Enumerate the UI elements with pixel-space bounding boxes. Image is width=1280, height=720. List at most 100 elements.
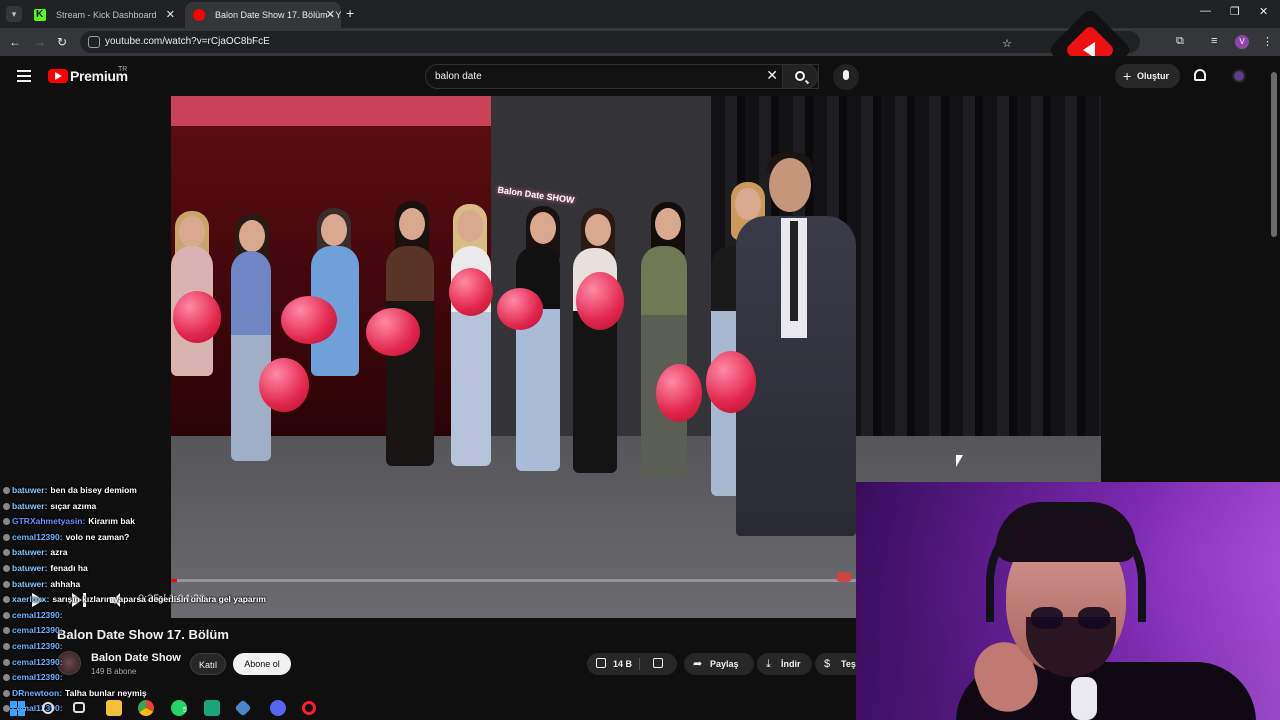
chat-text: Kirarım bak bbox=[88, 516, 135, 527]
chat-text: ahhaha bbox=[50, 578, 81, 589]
file-explorer-icon[interactable] bbox=[106, 700, 122, 716]
chat-badge-icon bbox=[3, 565, 10, 572]
app-icon-2[interactable] bbox=[234, 699, 252, 717]
chat-message: cemal12390: bbox=[3, 610, 66, 620]
video-scene bbox=[790, 221, 798, 321]
share-button[interactable]: ➦ Paylaş bbox=[684, 653, 754, 675]
chat-username[interactable]: xaerloxx: bbox=[12, 594, 49, 604]
thumbs-down-icon[interactable] bbox=[653, 658, 663, 668]
youtube-header: Premium TR balon date ✕ + Oluştur bbox=[0, 56, 1280, 96]
chat-message: batuwer: azra bbox=[3, 547, 67, 557]
close-tab-icon[interactable]: ✕ bbox=[326, 2, 335, 28]
back-icon[interactable]: ← bbox=[9, 34, 21, 50]
close-tab-icon[interactable]: ✕ bbox=[166, 2, 175, 28]
account-avatar[interactable] bbox=[1232, 69, 1246, 83]
opera-icon[interactable] bbox=[302, 701, 316, 715]
chat-username[interactable]: cemal12390: bbox=[12, 610, 63, 620]
task-view-icon[interactable] bbox=[73, 702, 85, 713]
chat-username[interactable]: cemal12390: bbox=[12, 672, 63, 682]
chat-badge-icon bbox=[3, 533, 10, 541]
create-button[interactable]: + Oluştur bbox=[1115, 64, 1180, 88]
chat-username[interactable]: cemal12390: bbox=[12, 532, 63, 542]
video-scene bbox=[239, 220, 265, 252]
channel-name[interactable]: Balon Date Show bbox=[91, 652, 181, 664]
chat-username[interactable]: batuwer: bbox=[12, 547, 47, 557]
chat-message: cemal12390: bbox=[3, 641, 66, 651]
search-input[interactable]: balon date ✕ bbox=[425, 64, 819, 89]
chat-username[interactable]: batuwer: bbox=[12, 579, 47, 589]
balloon bbox=[366, 308, 420, 356]
chat-text: fenadı ha bbox=[50, 563, 88, 573]
site-info-icon[interactable] bbox=[88, 36, 100, 48]
browser-menu-icon[interactable]: ⋮ bbox=[1262, 35, 1273, 48]
webcam-overlay bbox=[856, 482, 1280, 720]
chat-username[interactable]: cemal12390: bbox=[12, 657, 63, 667]
tab-youtube-video[interactable]: Balon Date Show 17. Bölüm - Yo ✕ bbox=[185, 2, 341, 28]
address-bar[interactable]: youtube.com/watch?v=rCjaOC8bFcE ☆ bbox=[80, 31, 1140, 53]
video-scene bbox=[769, 158, 811, 212]
chat-badge-icon bbox=[3, 580, 10, 588]
chat-username[interactable]: batuwer: bbox=[12, 563, 47, 573]
page-scrollbar[interactable] bbox=[1271, 72, 1277, 237]
balloon bbox=[706, 351, 756, 413]
thumbs-up-icon bbox=[596, 658, 606, 668]
close-window-icon[interactable]: ✕ bbox=[1259, 5, 1268, 18]
bookmark-star-icon[interactable]: ☆ bbox=[1002, 37, 1012, 50]
windows-start-icon[interactable] bbox=[9, 700, 25, 716]
new-tab-button[interactable]: + bbox=[346, 4, 354, 22]
extensions-icon[interactable]: ⧉ bbox=[1176, 35, 1184, 48]
balloon bbox=[281, 296, 337, 344]
video-scene bbox=[516, 246, 560, 471]
video-progress-bar[interactable] bbox=[171, 579, 856, 582]
join-button[interactable]: Katıl bbox=[190, 653, 226, 675]
discord-icon[interactable] bbox=[270, 700, 286, 716]
tab-kick-dashboard[interactable]: Stream - Kick Dashboard ✕ bbox=[26, 2, 181, 28]
chat-message: batuwer: fenadı ha bbox=[3, 563, 88, 573]
chat-username[interactable]: batuwer: bbox=[12, 501, 47, 511]
chat-text: sarışın kızların yaparsa değerlisin onla… bbox=[52, 594, 266, 605]
chat-username[interactable]: cemal12390: bbox=[12, 625, 63, 635]
youtube-icon bbox=[193, 9, 205, 21]
notifications-bell-icon[interactable] bbox=[1194, 69, 1206, 81]
chat-username[interactable]: cemal12390: bbox=[12, 641, 63, 651]
chat-message: cemal12390: volo ne zaman? bbox=[3, 532, 129, 542]
clear-search-icon[interactable]: ✕ bbox=[766, 67, 778, 84]
video-scene bbox=[321, 214, 347, 246]
like-button[interactable]: 14 B bbox=[587, 653, 639, 675]
app-icon[interactable] bbox=[204, 700, 220, 716]
profile-avatar[interactable]: V bbox=[1235, 35, 1249, 49]
search-query[interactable]: balon date bbox=[435, 65, 482, 88]
forward-icon[interactable]: → bbox=[34, 34, 46, 50]
chat-message: GTRXahmetyasin: Kirarım bak bbox=[3, 516, 135, 526]
chat-username[interactable]: batuwer: bbox=[12, 485, 47, 495]
youtube-logo-icon[interactable] bbox=[48, 69, 68, 83]
search-icon[interactable] bbox=[42, 702, 54, 714]
subscribe-button[interactable]: Abone ol bbox=[233, 653, 291, 675]
chat-message: cemal12390: bbox=[3, 657, 66, 667]
video-scene bbox=[530, 212, 556, 244]
menu-icon[interactable] bbox=[17, 70, 31, 82]
chrome-icon[interactable] bbox=[138, 700, 154, 716]
restore-icon[interactable]: ❐ bbox=[1230, 5, 1240, 18]
reload-icon[interactable]: ↻ bbox=[57, 34, 67, 50]
chat-badge-icon bbox=[3, 674, 10, 682]
chat-badge-icon bbox=[3, 611, 10, 619]
mouse-cursor bbox=[956, 455, 963, 467]
chat-username[interactable]: GTRXahmetyasin: bbox=[12, 516, 85, 526]
chat-message: cemal12390: bbox=[3, 672, 66, 682]
search-button[interactable] bbox=[782, 64, 818, 89]
chat-message: batuwer: sıçar azıma bbox=[3, 501, 96, 511]
create-label: Oluştur bbox=[1137, 71, 1170, 81]
chat-message: batuwer: ahhaha bbox=[3, 579, 80, 589]
media-control-icon[interactable]: ≡ bbox=[1211, 35, 1217, 47]
chat-text: volo ne zaman? bbox=[65, 531, 130, 542]
thanks-icon: $ bbox=[824, 658, 831, 670]
windows-taskbar: 5 bbox=[0, 697, 320, 720]
url-text[interactable]: youtube.com/watch?v=rCjaOC8bFcE bbox=[105, 31, 270, 53]
download-button[interactable]: ⤓ İndir bbox=[757, 653, 812, 675]
tab-search-icon[interactable]: ▾ bbox=[6, 6, 22, 22]
video-progress-fill bbox=[171, 579, 178, 582]
minimize-icon[interactable]: — bbox=[1200, 5, 1211, 17]
video-scene bbox=[655, 208, 681, 240]
voice-search-icon[interactable] bbox=[833, 64, 859, 90]
